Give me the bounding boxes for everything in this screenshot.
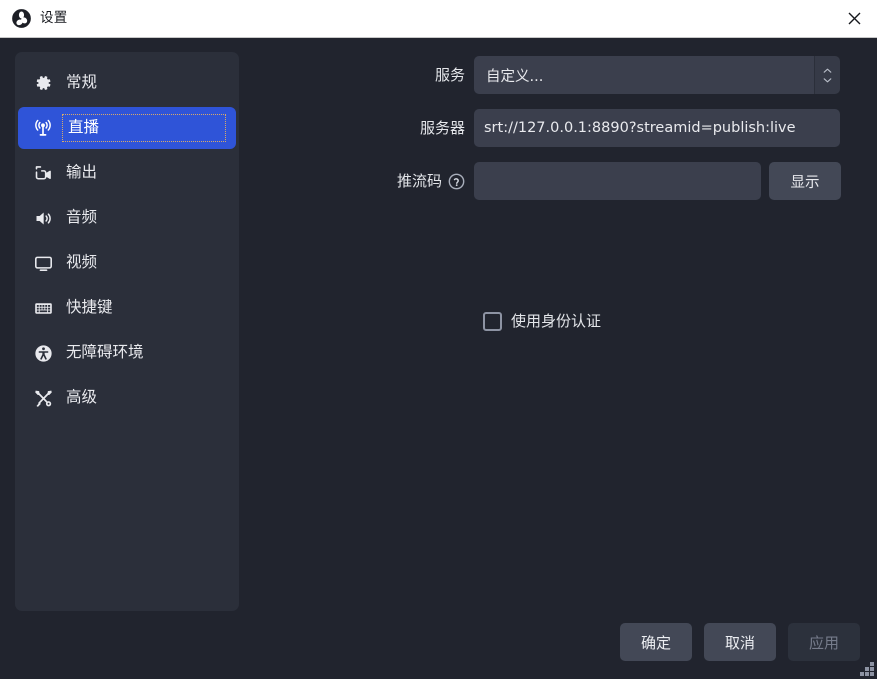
obs-logo-icon (12, 9, 31, 28)
close-icon (848, 12, 861, 25)
sidebar-item-label: 输出 (64, 161, 99, 186)
sidebar-item-output[interactable]: 输出 (18, 152, 236, 194)
sidebar-item-label: 直播 (64, 116, 224, 141)
sidebar-item-label: 无障碍环境 (64, 341, 146, 366)
close-button[interactable] (831, 0, 877, 37)
help-circle-icon[interactable] (448, 173, 465, 190)
sidebar-item-video[interactable]: 视频 (18, 242, 236, 284)
dialog-footer: 确定 取消 应用 (620, 623, 860, 661)
accessibility-icon (29, 339, 57, 367)
chevron-down-icon[interactable] (823, 78, 832, 83)
camera-output-icon (29, 159, 57, 187)
sidebar-item-hotkeys[interactable]: 快捷键 (18, 287, 236, 329)
sidebar-item-accessibility[interactable]: 无障碍环境 (18, 332, 236, 374)
sidebar-item-label: 视频 (64, 251, 99, 276)
service-selected-value[interactable]: 自定义... (474, 56, 814, 94)
sidebar-item-audio[interactable]: 音频 (18, 197, 236, 239)
speaker-icon (29, 204, 57, 232)
settings-window: 设置 常规 (0, 0, 877, 679)
cancel-button[interactable]: 取消 (704, 623, 776, 661)
server-input[interactable] (474, 109, 840, 147)
broadcast-icon (29, 114, 57, 142)
use-auth-label: 使用身份认证 (511, 314, 601, 329)
show-stream-key-button[interactable]: 显示 (769, 162, 841, 200)
sidebar-item-label: 音频 (64, 206, 99, 231)
gear-icon (29, 69, 57, 97)
stream-key-label: 推流码 (250, 173, 474, 190)
keyboard-icon (29, 294, 57, 322)
service-dropdown[interactable]: 自定义... (474, 56, 840, 94)
window-title: 设置 (40, 12, 68, 26)
resize-grip[interactable] (860, 662, 874, 676)
sidebar-item-general[interactable]: 常规 (18, 62, 236, 104)
sidebar-item-stream[interactable]: 直播 (18, 107, 236, 149)
apply-button[interactable]: 应用 (788, 623, 860, 661)
monitor-icon (29, 249, 57, 277)
ok-button[interactable]: 确定 (620, 623, 692, 661)
stream-key-input[interactable] (474, 162, 761, 200)
stream-key-row: 推流码 显示 (250, 162, 841, 200)
service-label: 服务 (250, 68, 474, 83)
sidebar-item-advanced[interactable]: 高级 (18, 377, 236, 419)
titlebar-title-area: 设置 (0, 0, 831, 37)
titlebar: 设置 (0, 0, 877, 38)
server-row: 服务器 (250, 109, 840, 147)
stream-settings-panel: 服务 自定义... 服务器 推流码 (250, 52, 864, 611)
sidebar-item-label: 高级 (64, 386, 99, 411)
service-row: 服务 自定义... (250, 56, 840, 94)
service-stepper-buttons[interactable] (814, 56, 840, 94)
server-label: 服务器 (250, 121, 474, 136)
use-auth-row[interactable]: 使用身份认证 (483, 312, 601, 331)
tools-icon (29, 384, 57, 412)
stream-key-label-text: 推流码 (397, 174, 442, 189)
sidebar-item-label: 快捷键 (64, 296, 115, 321)
settings-sidebar: 常规 直播 (15, 52, 239, 611)
use-auth-checkbox[interactable] (483, 312, 502, 331)
chevron-up-icon[interactable] (823, 68, 832, 73)
sidebar-item-label: 常规 (64, 71, 99, 96)
